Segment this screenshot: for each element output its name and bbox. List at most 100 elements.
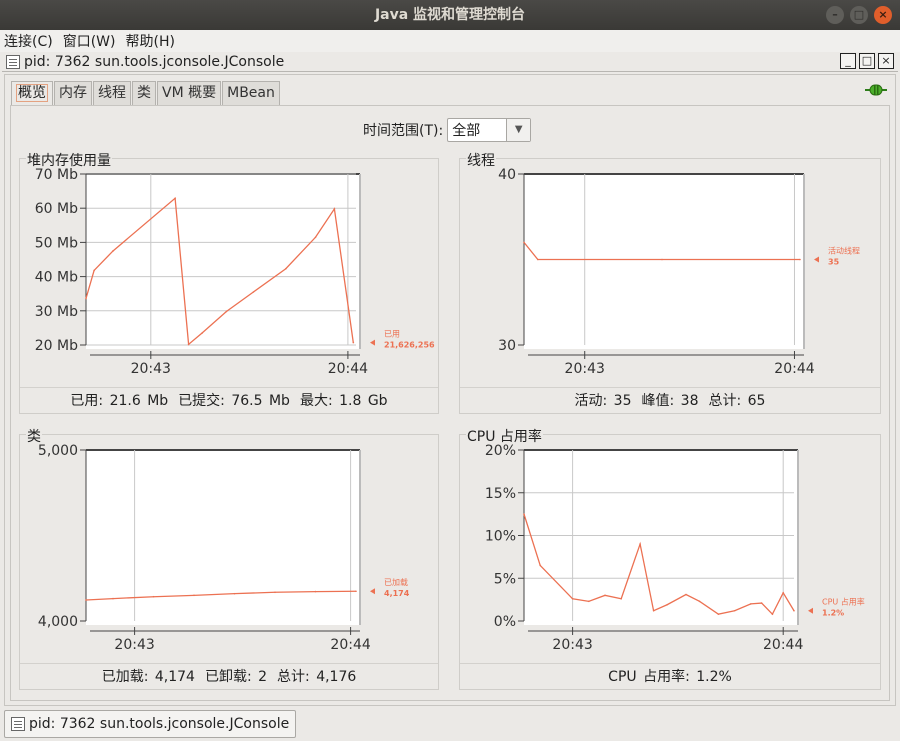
minimized-frame-title: pid: 7362 sun.tools.jconsole.JConsole: [29, 716, 290, 732]
y-tick-label: 5%: [494, 571, 516, 587]
tab-vm-summary[interactable]: VM 概要: [157, 81, 222, 105]
document-icon: [11, 717, 25, 731]
connection-content: 概览 内存 线程 类 VM 概要 MBean 时间范围(T): 全部 ▼ 堆内存…: [4, 74, 896, 706]
data-point: [285, 267, 287, 270]
tab-threads[interactable]: 线程: [93, 81, 131, 105]
data-point: [661, 258, 663, 261]
document-icon: [6, 54, 20, 69]
chevron-down-icon[interactable]: ▼: [506, 119, 531, 141]
x-tick-label: 20:44: [328, 361, 368, 377]
data-point: [352, 341, 355, 344]
x-tick-label: 20:44: [763, 637, 803, 653]
heap-memory-chart: 20 Mb 30 Mb 40 Mb 50 Mb 60 Mb 70 Mb 20:43 20:44…: [35, 167, 435, 377]
data-point: [571, 597, 574, 600]
data-point: [639, 543, 641, 545]
data-point: [152, 595, 155, 598]
data-point: [314, 236, 317, 239]
x-tick-label: 20:43: [565, 361, 605, 377]
y-tick-label: 4,000: [38, 614, 78, 630]
time-range-label: 时间范围(T):: [363, 123, 444, 139]
legend-series-value: 35: [828, 258, 840, 267]
y-tick-label: 5,000: [38, 443, 78, 459]
window-title: Java 监视和管理控制台: [374, 7, 526, 23]
threads-total: 总计: 65: [708, 393, 766, 409]
y-tick-label: 30: [498, 338, 516, 354]
data-point: [252, 291, 255, 293]
tab-classes[interactable]: 类: [132, 81, 156, 105]
heap-used: 已用: 21.6 Mb: [70, 393, 169, 409]
data-point: [698, 600, 701, 603]
heap-committed: 已提交: 76.5 Mb: [178, 393, 290, 409]
data-point: [620, 597, 622, 600]
threads-chart: 30 40 20:43 20:44 活动线程 35: [498, 167, 860, 377]
data-point: [93, 269, 95, 272]
classes-chart: 4,000 5,000 20:43 20:44 已加载 4,174: [38, 443, 410, 653]
frame-close-button[interactable]: ×: [878, 53, 894, 69]
plot-area: [86, 174, 360, 349]
tab-strip: 概览 内存 线程 类 VM 概要 MBean: [11, 81, 280, 105]
data-point: [537, 258, 539, 261]
frame-maximize-button[interactable]: □: [859, 53, 875, 69]
tab-overview[interactable]: 概览: [11, 81, 53, 105]
tab-mbean[interactable]: MBean: [222, 81, 280, 105]
internal-frame-title: pid: 7362 sun.tools.jconsole.JConsole: [24, 53, 285, 70]
close-window-button[interactable]: ×: [874, 6, 892, 24]
connected-plug-icon[interactable]: [865, 83, 887, 97]
maximize-window-button[interactable]: □: [850, 6, 868, 24]
threads-peak: 峰值: 38: [641, 393, 699, 409]
y-tick-label: 0%: [494, 614, 516, 630]
data-point: [193, 594, 195, 597]
data-point: [201, 332, 203, 334]
y-tick-label: 20%: [485, 443, 516, 459]
y-tick-label: 70 Mb: [35, 167, 78, 183]
data-point: [314, 590, 317, 593]
data-point: [233, 592, 236, 595]
data-point: [771, 613, 774, 615]
menu-connection[interactable]: 连接(C): [4, 31, 53, 51]
minimize-window-button[interactable]: –: [826, 6, 844, 24]
time-range-select[interactable]: 全部 ▼: [447, 118, 532, 142]
plot-area: [86, 450, 360, 625]
data-point: [174, 197, 176, 200]
classes-loaded: 已加载: 4,174: [101, 669, 195, 685]
y-tick-label: 50 Mb: [35, 235, 78, 251]
legend-arrow-icon: [370, 588, 375, 595]
frame-minimize-button[interactable]: _: [840, 53, 856, 69]
data-point: [604, 594, 606, 597]
menu-help[interactable]: 帮助(H): [125, 31, 174, 51]
data-point: [685, 593, 687, 596]
window-titlebar: Java 监视和管理控制台 – □ ×: [0, 0, 900, 30]
x-tick-label: 20:43: [552, 637, 592, 653]
data-point: [793, 609, 795, 612]
tab-memory[interactable]: 内存: [54, 81, 92, 105]
legend-series-name: CPU 占用率: [822, 597, 865, 607]
menu-window[interactable]: 窗口(W): [63, 31, 116, 51]
y-tick-label: 40: [498, 167, 516, 183]
x-tick-label: 20:44: [774, 361, 814, 377]
data-point: [112, 597, 114, 600]
internal-frame-titlebar[interactable]: pid: 7362 sun.tools.jconsole.JConsole _ …: [2, 52, 898, 72]
data-point: [733, 609, 736, 612]
data-point: [355, 590, 357, 593]
cpu-usage-summary: CPU 占用率: 1.2%: [460, 663, 880, 689]
time-range-row: 时间范围(T): 全部 ▼: [363, 118, 532, 142]
x-tick-label: 20:43: [114, 637, 154, 653]
threads-live: 活动: 35: [574, 393, 632, 409]
minimized-frame-button[interactable]: pid: 7362 sun.tools.jconsole.JConsole: [4, 710, 297, 738]
x-tick-label: 20:43: [131, 361, 171, 377]
y-tick-label: 10%: [485, 529, 516, 545]
menu-bar: 连接(C) 窗口(W) 帮助(H): [0, 30, 900, 52]
data-point: [588, 600, 590, 603]
threads-summary: 活动: 35 峰值: 38 总计: 65: [460, 387, 880, 413]
data-point: [333, 208, 336, 210]
y-tick-label: 60 Mb: [35, 201, 78, 217]
data-point: [85, 297, 87, 300]
heap-memory-summary: 已用: 21.6 Mb 已提交: 76.5 Mb 最大: 1.8 Gb: [20, 387, 438, 413]
data-point: [523, 513, 525, 515]
y-tick-label: 15%: [485, 486, 516, 502]
data-point: [666, 603, 668, 606]
data-point: [750, 603, 752, 605]
time-range-value: 全部: [452, 123, 481, 139]
data-point: [274, 591, 276, 594]
legend-series-name: 已加载: [384, 577, 408, 587]
